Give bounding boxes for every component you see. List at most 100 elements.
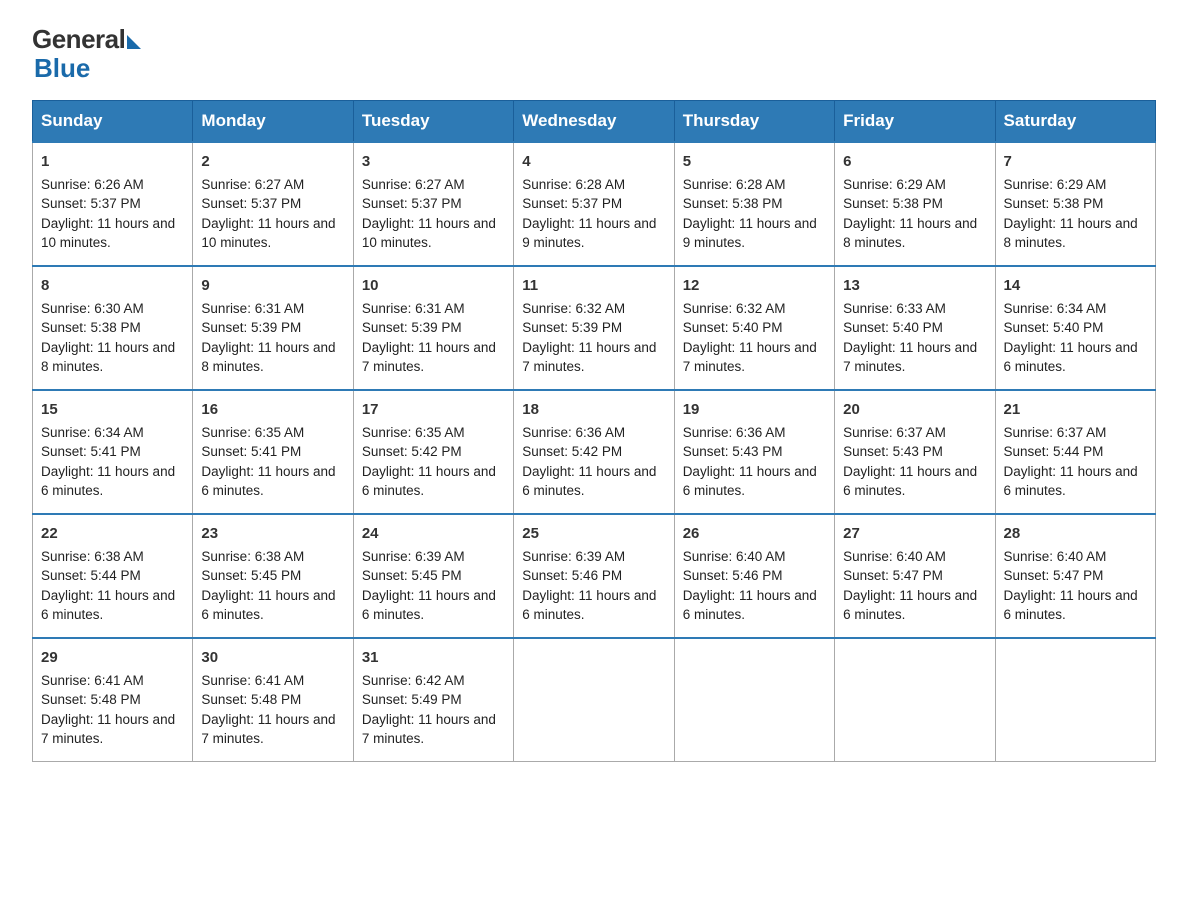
day-number: 28 xyxy=(1004,523,1147,545)
calendar-cell: 19Sunrise: 6:36 AMSunset: 5:43 PMDayligh… xyxy=(674,390,834,514)
day-number: 5 xyxy=(683,151,826,173)
sunset-text: Sunset: 5:48 PM xyxy=(41,692,141,707)
day-number: 25 xyxy=(522,523,665,545)
sunrise-text: Sunrise: 6:41 AM xyxy=(201,673,304,688)
daylight-text: Daylight: 11 hours and 6 minutes. xyxy=(522,464,656,499)
daylight-text: Daylight: 11 hours and 6 minutes. xyxy=(41,464,175,499)
col-header-monday: Monday xyxy=(193,101,353,143)
sunrise-text: Sunrise: 6:31 AM xyxy=(362,301,465,316)
sunrise-text: Sunrise: 6:42 AM xyxy=(362,673,465,688)
calendar-cell: 12Sunrise: 6:32 AMSunset: 5:40 PMDayligh… xyxy=(674,266,834,390)
calendar-cell: 16Sunrise: 6:35 AMSunset: 5:41 PMDayligh… xyxy=(193,390,353,514)
daylight-text: Daylight: 11 hours and 7 minutes. xyxy=(201,712,335,747)
calendar-cell: 26Sunrise: 6:40 AMSunset: 5:46 PMDayligh… xyxy=(674,514,834,638)
sunset-text: Sunset: 5:39 PM xyxy=(522,320,622,335)
calendar-cell: 21Sunrise: 6:37 AMSunset: 5:44 PMDayligh… xyxy=(995,390,1155,514)
calendar-cell: 7Sunrise: 6:29 AMSunset: 5:38 PMDaylight… xyxy=(995,142,1155,266)
day-number: 29 xyxy=(41,647,184,669)
week-row-5: 29 Sunrise: 6:41 AM Sunset: 5:48 PM Dayligh… xyxy=(33,638,1156,762)
sunrise-text: Sunrise: 6:37 AM xyxy=(1004,425,1107,440)
sunrise-text: Sunrise: 6:40 AM xyxy=(683,549,786,564)
day-number: 7 xyxy=(1004,151,1147,173)
calendar-cell: 30Sunrise: 6:41 AMSunset: 5:48 PMDayligh… xyxy=(193,638,353,762)
sunrise-text: Sunrise: 6:38 AM xyxy=(201,549,304,564)
sunset-text: Sunset: 5:40 PM xyxy=(683,320,783,335)
sunrise-text: Sunrise: 6:28 AM xyxy=(522,177,625,192)
sunrise-text: Sunrise: 6:34 AM xyxy=(41,425,144,440)
week-row-1: 1 Sunrise: 6:26 AM Sunset: 5:37 PM Daylight… xyxy=(33,142,1156,266)
sunset-text: Sunset: 5:48 PM xyxy=(201,692,301,707)
daylight-text: Daylight: 11 hours and 6 minutes. xyxy=(201,588,335,623)
calendar-cell: 20Sunrise: 6:37 AMSunset: 5:43 PMDayligh… xyxy=(835,390,995,514)
sunset-text: Sunset: 5:39 PM xyxy=(201,320,301,335)
calendar-cell: 14Sunrise: 6:34 AMSunset: 5:40 PMDayligh… xyxy=(995,266,1155,390)
sunset-text: Sunset: 5:45 PM xyxy=(362,568,462,583)
sunrise-text: Sunrise: 6:26 AM xyxy=(41,177,144,192)
day-number: 1 xyxy=(41,151,184,173)
day-number: 19 xyxy=(683,399,826,421)
col-header-thursday: Thursday xyxy=(674,101,834,143)
sunset-text: Sunset: 5:43 PM xyxy=(683,444,783,459)
calendar-cell: 24Sunrise: 6:39 AMSunset: 5:45 PMDayligh… xyxy=(353,514,513,638)
daylight-text: Daylight: 11 hours and 6 minutes. xyxy=(522,588,656,623)
day-number: 20 xyxy=(843,399,986,421)
sunset-text: Sunset: 5:44 PM xyxy=(41,568,141,583)
sunset-text: Sunset: 5:37 PM xyxy=(522,196,622,211)
day-number: 10 xyxy=(362,275,505,297)
daylight-text: Daylight: 11 hours and 7 minutes. xyxy=(362,712,496,747)
sunset-text: Sunset: 5:38 PM xyxy=(843,196,943,211)
sunset-text: Sunset: 5:44 PM xyxy=(1004,444,1104,459)
sunset-text: Sunset: 5:41 PM xyxy=(41,444,141,459)
week-row-3: 15Sunrise: 6:34 AMSunset: 5:41 PMDayligh… xyxy=(33,390,1156,514)
col-header-friday: Friday xyxy=(835,101,995,143)
day-number: 16 xyxy=(201,399,344,421)
daylight-text: Daylight: 11 hours and 6 minutes. xyxy=(362,464,496,499)
daylight-text: Daylight: 11 hours and 6 minutes. xyxy=(41,588,175,623)
calendar-cell: 3Sunrise: 6:27 AMSunset: 5:37 PMDaylight… xyxy=(353,142,513,266)
daylight-text: Daylight: 11 hours and 6 minutes. xyxy=(1004,588,1138,623)
sunrise-text: Sunrise: 6:27 AM xyxy=(362,177,465,192)
sunrise-text: Sunrise: 6:40 AM xyxy=(843,549,946,564)
calendar-cell: 10 Sunrise: 6:31 AM Sunset: 5:39 PM Dayligh… xyxy=(353,266,513,390)
daylight-text: Daylight: 11 hours and 6 minutes. xyxy=(201,464,335,499)
day-number: 26 xyxy=(683,523,826,545)
day-number: 8 xyxy=(41,275,184,297)
header-row: SundayMondayTuesdayWednesdayThursdayFrid… xyxy=(33,101,1156,143)
col-header-saturday: Saturday xyxy=(995,101,1155,143)
calendar-cell: 4Sunrise: 6:28 AMSunset: 5:37 PMDaylight… xyxy=(514,142,674,266)
daylight-text: Daylight: 11 hours and 6 minutes. xyxy=(843,588,977,623)
col-header-sunday: Sunday xyxy=(33,101,193,143)
day-number: 11 xyxy=(522,275,665,297)
day-number: 27 xyxy=(843,523,986,545)
day-number: 21 xyxy=(1004,399,1147,421)
sunset-text: Sunset: 5:47 PM xyxy=(1004,568,1104,583)
sunset-text: Sunset: 5:38 PM xyxy=(1004,196,1104,211)
sunrise-text: Sunrise: 6:32 AM xyxy=(522,301,625,316)
sunset-text: Sunset: 5:46 PM xyxy=(683,568,783,583)
daylight-text: Daylight: 11 hours and 8 minutes. xyxy=(201,340,335,375)
sunrise-text: Sunrise: 6:30 AM xyxy=(41,301,144,316)
sunset-text: Sunset: 5:43 PM xyxy=(843,444,943,459)
day-number: 9 xyxy=(201,275,344,297)
daylight-text: Daylight: 11 hours and 7 minutes. xyxy=(41,712,175,747)
day-number: 24 xyxy=(362,523,505,545)
calendar-cell: 29Sunrise: 6:41 AMSunset: 5:48 PMDayligh… xyxy=(33,638,193,762)
day-number: 13 xyxy=(843,275,986,297)
daylight-text: Daylight: 11 hours and 9 minutes. xyxy=(683,216,817,251)
day-number: 14 xyxy=(1004,275,1147,297)
daylight-text: Daylight: 11 hours and 7 minutes. xyxy=(362,340,496,375)
daylight-text: Daylight: 11 hours and 8 minutes. xyxy=(843,216,977,251)
calendar-cell: 2Sunrise: 6:27 AMSunset: 5:37 PMDaylight… xyxy=(193,142,353,266)
logo-blue-text: Blue xyxy=(34,53,90,84)
calendar-cell: 23Sunrise: 6:38 AMSunset: 5:45 PMDayligh… xyxy=(193,514,353,638)
col-header-tuesday: Tuesday xyxy=(353,101,513,143)
sunset-text: Sunset: 5:42 PM xyxy=(362,444,462,459)
sunset-text: Sunset: 5:39 PM xyxy=(362,320,462,335)
calendar-cell: 15Sunrise: 6:34 AMSunset: 5:41 PMDayligh… xyxy=(33,390,193,514)
day-number: 12 xyxy=(683,275,826,297)
sunrise-text: Sunrise: 6:27 AM xyxy=(201,177,304,192)
calendar-cell xyxy=(514,638,674,762)
sunset-text: Sunset: 5:38 PM xyxy=(41,320,141,335)
sunrise-text: Sunrise: 6:32 AM xyxy=(683,301,786,316)
daylight-text: Daylight: 11 hours and 10 minutes. xyxy=(362,216,496,251)
